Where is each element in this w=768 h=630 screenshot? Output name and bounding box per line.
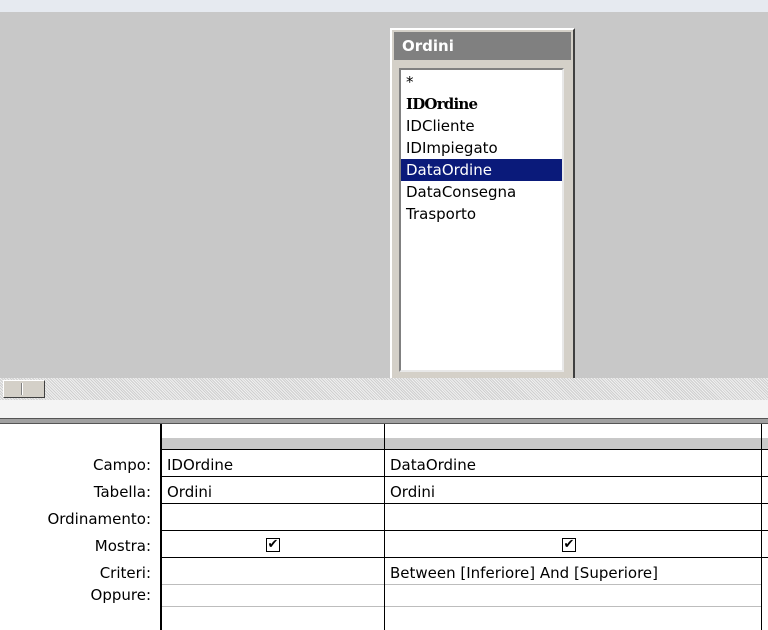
row-divider [762,557,768,558]
column-selector[interactable] [162,438,384,450]
row-divider [162,503,384,504]
row-divider [385,557,761,558]
field-item-idcliente[interactable]: IDCliente [401,115,562,137]
cell-oppure[interactable] [162,584,384,606]
row-divider [762,530,768,531]
field-item-all[interactable]: * [401,71,562,93]
row-divider [385,503,761,504]
field-item-dataordine[interactable]: DataOrdine [401,159,562,181]
row-label-campo: Campo: [92,456,151,474]
horizontal-scrollbar[interactable] [0,378,768,400]
table-pane: Ordini * IDOrdine IDCliente IDImpiegato … [0,0,768,390]
cell-tabella[interactable]: Ordini [385,481,761,503]
cell-campo[interactable]: IDOrdine [162,454,384,476]
grid-column-2: DataOrdine Ordini ✔ Between [Inferiore] … [385,424,762,630]
field-list-title[interactable]: Ordini [394,32,571,60]
row-divider [162,606,384,607]
field-item-dataconsegna[interactable]: DataConsegna [401,181,562,203]
grid-columns: IDOrdine Ordini ✔ DataOrdine Ordini ✔ Be… [162,424,768,630]
check-icon: ✔ [267,537,279,552]
show-checkbox[interactable]: ✔ [562,538,576,552]
cell-mostra[interactable]: ✔ [385,535,761,557]
cell-criteri[interactable]: Between [Inferiore] And [Superiore] [385,562,761,584]
row-label-ordinamento: Ordinamento: [47,510,151,528]
grid-column-3 [762,424,768,630]
row-divider [385,476,761,477]
row-label-tabella: Tabella: [93,483,151,501]
field-list-ordini[interactable]: Ordini * IDOrdine IDCliente IDImpiegato … [390,28,575,382]
field-item-trasporto[interactable]: Trasporto [401,203,562,225]
cell-campo[interactable]: DataOrdine [385,454,761,476]
row-label-mostra: Mostra: [94,537,151,555]
cell-mostra[interactable]: ✔ [162,535,384,557]
column-selector[interactable] [762,438,768,450]
row-divider [162,476,384,477]
row-divider [162,530,384,531]
cell-ordinamento[interactable] [162,508,384,530]
row-divider [162,557,384,558]
row-label-criteri: Criteri: [99,564,151,582]
row-divider [385,530,761,531]
grid-column-1: IDOrdine Ordini ✔ [162,424,385,630]
row-label-oppure: Oppure: [90,586,151,604]
field-list-box[interactable]: * IDOrdine IDCliente IDImpiegato DataOrd… [399,68,564,372]
check-icon: ✔ [563,537,575,552]
row-divider [385,606,761,607]
grid-row-labels: Campo: Tabella: Ordinamento: Mostra: Cri… [0,424,162,630]
cell-criteri[interactable] [162,562,384,584]
field-item-idordine[interactable]: IDOrdine [401,93,562,115]
cell-tabella[interactable]: Ordini [162,481,384,503]
row-divider [762,476,768,477]
pane-gap [0,400,768,418]
show-checkbox[interactable]: ✔ [266,538,280,552]
cell-oppure[interactable] [385,584,761,606]
cell-ordinamento[interactable] [385,508,761,530]
row-divider [762,503,768,504]
field-item-idimpiegato[interactable]: IDImpiegato [401,137,562,159]
scrollbar-thumb[interactable] [3,380,45,398]
column-selector[interactable] [385,438,761,450]
query-design-grid: Campo: Tabella: Ordinamento: Mostra: Cri… [0,424,768,630]
